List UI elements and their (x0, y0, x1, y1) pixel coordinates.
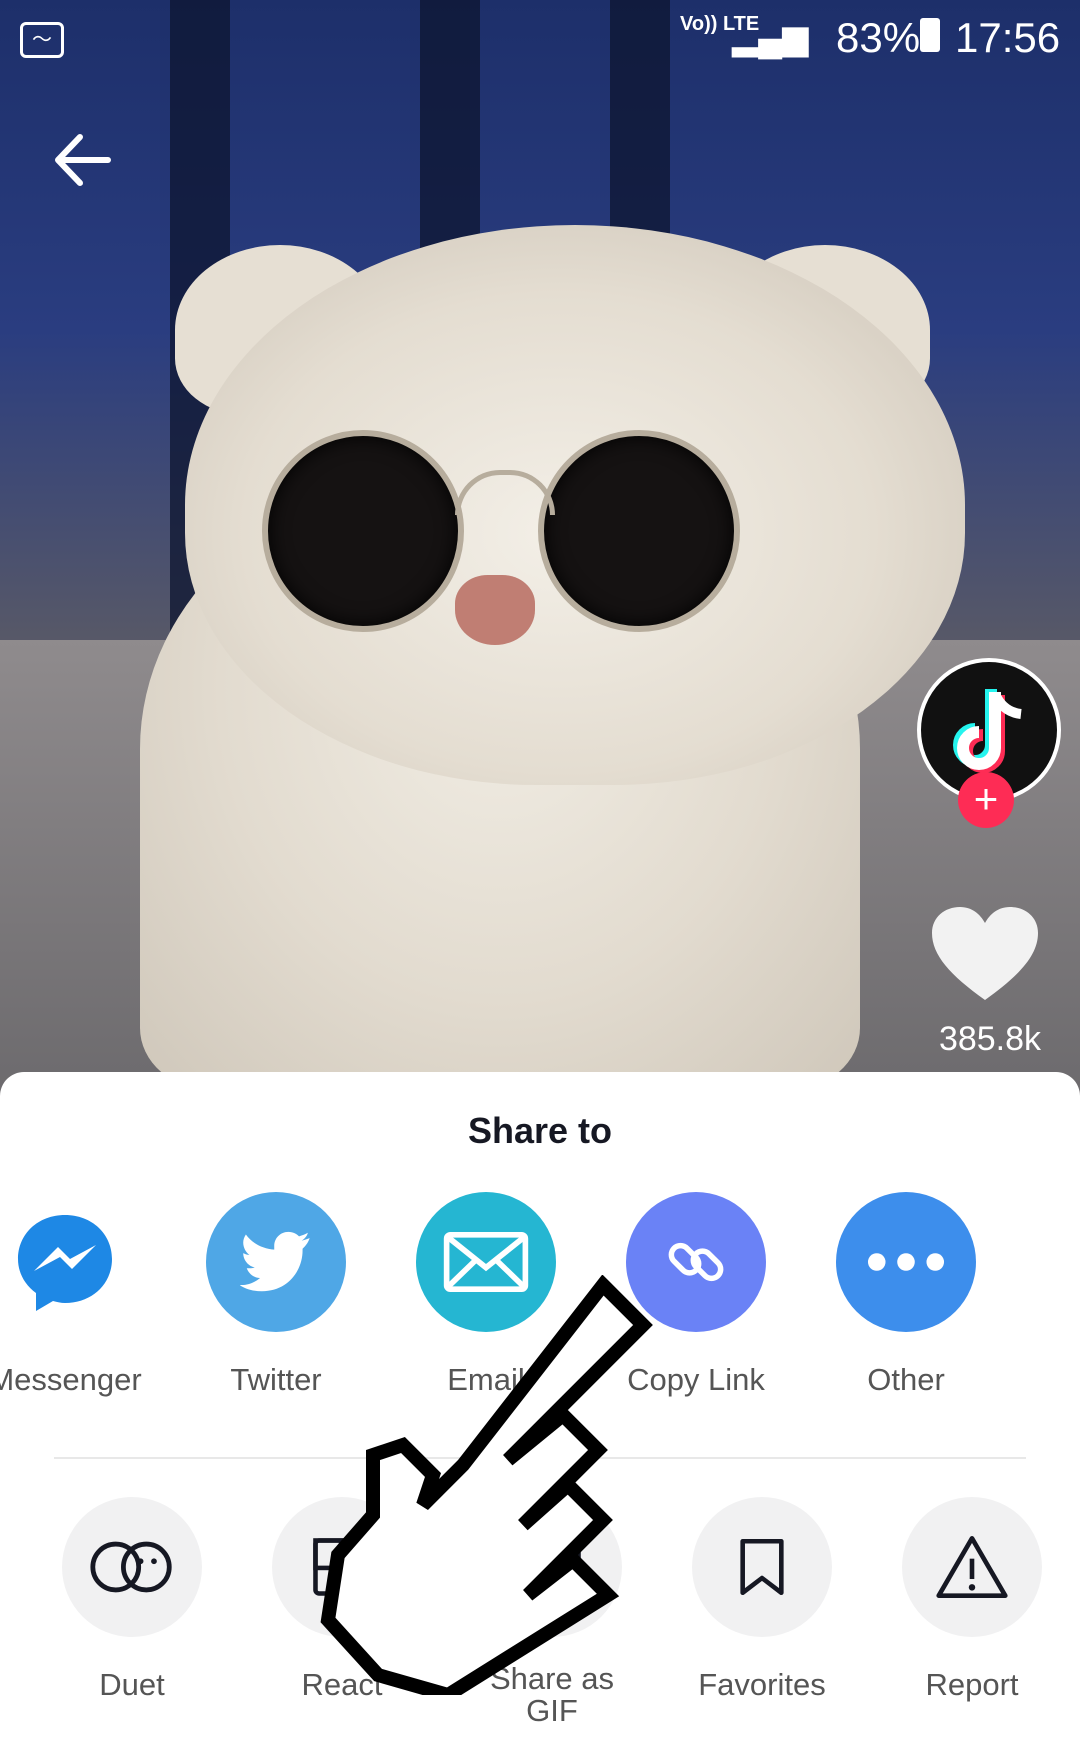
duet-icon (90, 1541, 172, 1593)
back-arrow-icon[interactable] (48, 125, 118, 195)
more-icon (867, 1253, 945, 1271)
share-label: Messenger (0, 1362, 142, 1397)
sunglasses-right-lens (538, 430, 740, 632)
action-duet[interactable]: Duet (32, 1497, 232, 1703)
clock: 17:56 (955, 14, 1061, 61)
hand-pointer-icon (320, 1275, 653, 1695)
share-sheet-title: Share to (467, 1110, 613, 1151)
twitter-icon (240, 1231, 310, 1292)
like-count: 385.8k (938, 1020, 1042, 1058)
action-label: Duet (99, 1667, 165, 1702)
signal-icon: ▂▄▆ (732, 19, 809, 57)
cat-nose (455, 575, 535, 645)
battery-icon (920, 18, 940, 52)
link-icon (668, 1242, 724, 1282)
bookmark-icon (740, 1538, 784, 1596)
share-other[interactable]: Other (806, 1192, 1006, 1398)
activity-icon: 〜 (20, 22, 64, 58)
battery-percent: 83% (836, 14, 921, 61)
warning-icon (936, 1536, 1008, 1598)
sunglasses-left-lens (262, 430, 464, 632)
action-label: Report (925, 1667, 1019, 1702)
share-label: Other (867, 1362, 945, 1397)
action-report[interactable]: Report (872, 1497, 1072, 1703)
action-favorites[interactable]: Favorites (662, 1497, 862, 1703)
share-messenger[interactable]: Messenger (0, 1192, 165, 1398)
action-label: Favorites (698, 1667, 826, 1702)
heart-icon[interactable] (930, 905, 1040, 1005)
video-player[interactable] (0, 0, 1080, 1100)
messenger-icon (18, 1215, 112, 1311)
status-bar: 〜 Vo)) LTE ▂▄▆ 83% 17:56 (0, 0, 1080, 80)
follow-button[interactable]: + (958, 772, 1014, 828)
